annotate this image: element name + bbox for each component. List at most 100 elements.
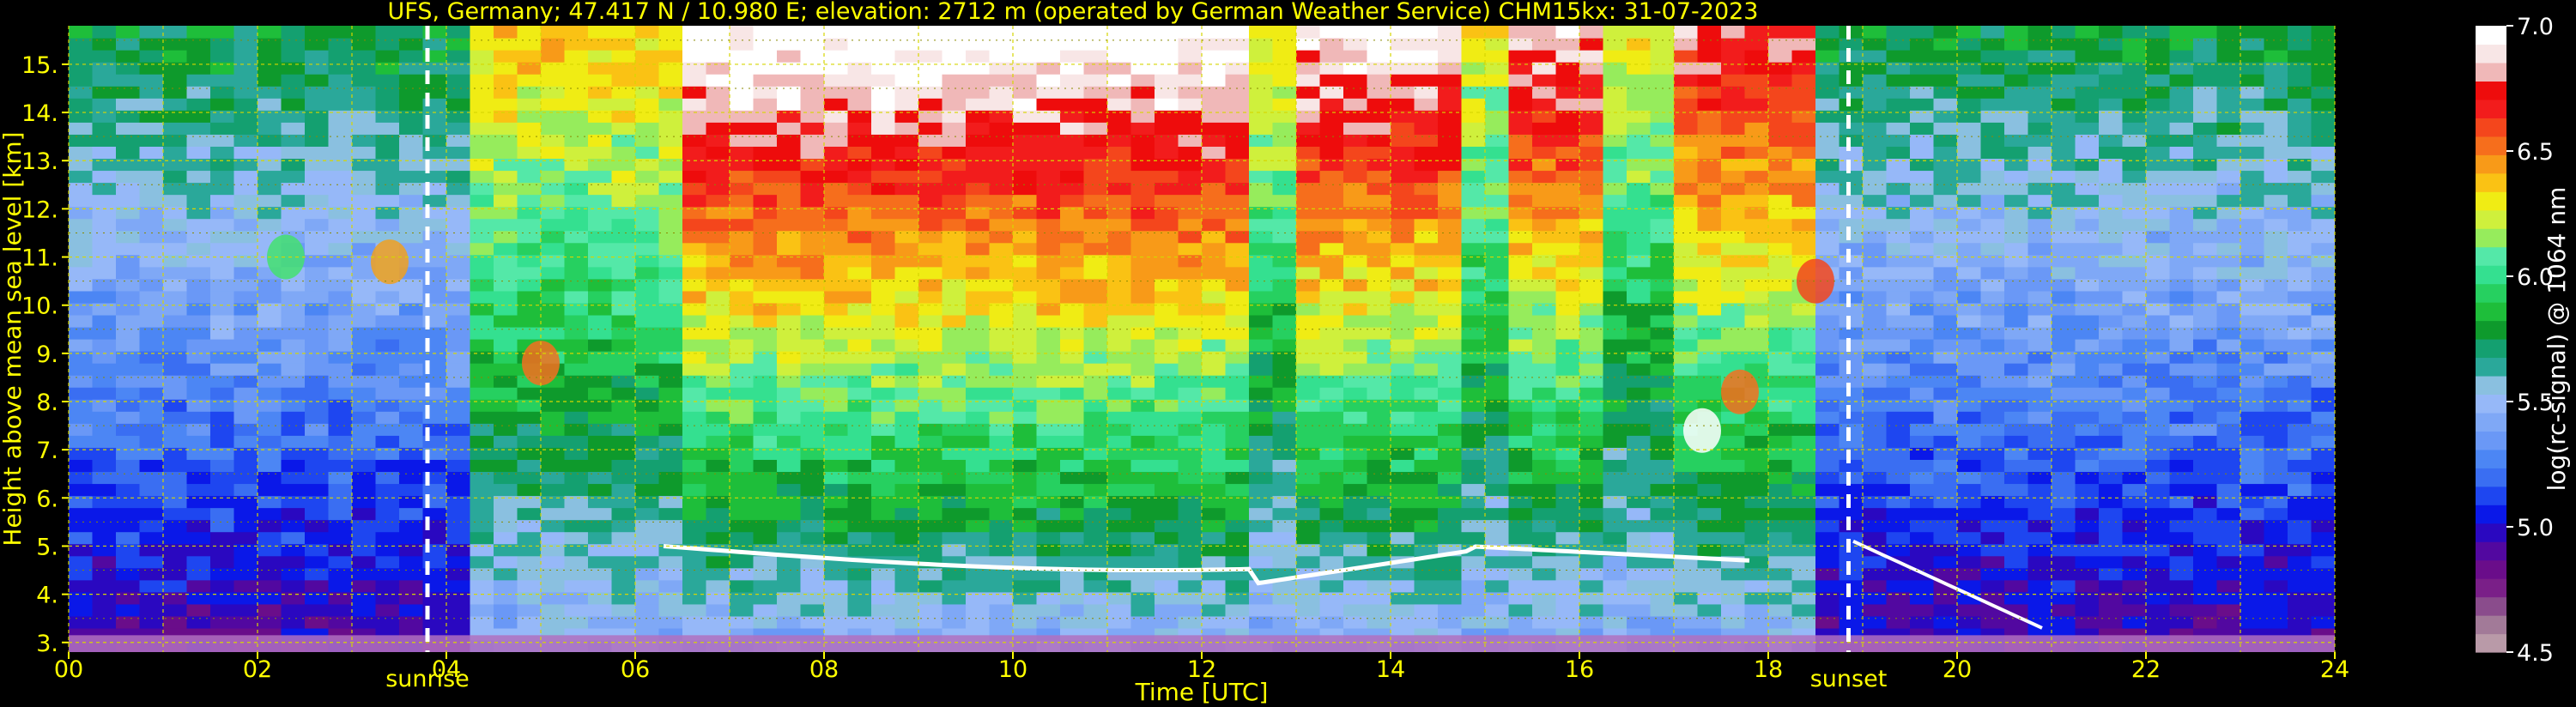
- heatmap-cell: [1674, 122, 1699, 135]
- heatmap-cell: [541, 146, 566, 160]
- heatmap-cell: [966, 314, 991, 328]
- heatmap-cell: [2122, 98, 2147, 111]
- heatmap-cell: [2146, 615, 2171, 629]
- heatmap-cell: [1815, 471, 1840, 485]
- heatmap-cell: [1532, 242, 1557, 256]
- heatmap-cell: [2288, 218, 2312, 232]
- heatmap-cell: [2146, 363, 2171, 376]
- heatmap-cell: [588, 170, 613, 184]
- heatmap-cell: [1485, 218, 1510, 232]
- heatmap-cell: [1461, 555, 1486, 569]
- heatmap-cell: [824, 74, 849, 87]
- heatmap-cell: [1343, 483, 1368, 497]
- heatmap-cell: [1060, 74, 1085, 87]
- heatmap-cell: [139, 302, 164, 316]
- heatmap-cell: [824, 507, 849, 521]
- heatmap-cell: [1674, 182, 1699, 196]
- heatmap-cell: [706, 230, 730, 244]
- heatmap-cell: [1107, 603, 1132, 617]
- heatmap-cell: [1013, 363, 1038, 376]
- heatmap-cell: [1083, 543, 1108, 557]
- heatmap-cell: [2216, 447, 2241, 460]
- heatmap-cell: [2122, 567, 2147, 581]
- heatmap-cell: [1579, 230, 1604, 244]
- heatmap-cell: [92, 290, 117, 304]
- heatmap-cell: [517, 555, 542, 569]
- heatmap-cell: [1863, 290, 1888, 304]
- heatmap-cell: [470, 603, 494, 617]
- heatmap-cell: [92, 351, 117, 364]
- heatmap-cell: [1178, 423, 1203, 436]
- heatmap-cell: [611, 254, 636, 268]
- heatmap-cell: [730, 314, 755, 328]
- heatmap-cell: [1697, 170, 1722, 184]
- heatmap-cell: [871, 290, 896, 304]
- heatmap-cell: [2027, 254, 2052, 268]
- heatmap-cell: [517, 591, 542, 605]
- heatmap-cell: [2240, 555, 2265, 569]
- heatmap-cell: [1933, 375, 1958, 388]
- heatmap-cell: [1296, 254, 1321, 268]
- heatmap-cell: [92, 278, 117, 292]
- heatmap-cell: [1296, 218, 1321, 232]
- heatmap-cell: [116, 266, 141, 280]
- heatmap-cell: [1980, 326, 2005, 340]
- heatmap-cell: [470, 423, 494, 436]
- heatmap-cell: [611, 110, 636, 123]
- heatmap-cell: [1910, 290, 1935, 304]
- heatmap-cell: [2240, 182, 2265, 196]
- heatmap-cell: [1461, 411, 1486, 424]
- heatmap-cell: [446, 218, 471, 232]
- heatmap-cell: [258, 182, 282, 196]
- heatmap-cell: [564, 483, 589, 497]
- heatmap-cell: [1933, 507, 1958, 521]
- heatmap-cell: [1957, 411, 1982, 424]
- heatmap-cell: [352, 507, 377, 521]
- heatmap-cell: [1886, 471, 1911, 485]
- heatmap-cell: [1886, 591, 1911, 605]
- heatmap-cell: [258, 615, 282, 629]
- heatmap-cell: [2216, 423, 2241, 436]
- heatmap-cell: [2004, 459, 2029, 473]
- heatmap-cell: [1438, 38, 1463, 51]
- heatmap-cell: [494, 351, 518, 364]
- heatmap-cell: [1508, 122, 1533, 135]
- heatmap-cell: [1225, 423, 1250, 436]
- heatmap-cell: [1674, 471, 1699, 485]
- heatmap-cell: [1083, 194, 1108, 208]
- heatmap-cell: [1791, 399, 1816, 412]
- heatmap-cell: [1815, 314, 1840, 328]
- heatmap-cell: [1627, 603, 1652, 617]
- heatmap-cell: [2216, 242, 2241, 256]
- heatmap-cell: [564, 339, 589, 352]
- heatmap-cell: [1603, 98, 1627, 111]
- heatmap-cell: [2193, 302, 2218, 316]
- heatmap-cell: [2193, 423, 2218, 436]
- heatmap-cell: [2311, 170, 2335, 184]
- heatmap-cell: [847, 543, 872, 557]
- heatmap-cell: [1791, 326, 1816, 340]
- heatmap-cell: [918, 134, 943, 147]
- heatmap-cell: [1367, 423, 1391, 436]
- heatmap-cell: [2193, 375, 2218, 388]
- heatmap-cell: [1060, 339, 1085, 352]
- heatmap-cell: [1083, 519, 1108, 533]
- heatmap-cell: [1933, 74, 1958, 87]
- heatmap-cell: [1933, 50, 1958, 63]
- heatmap-cell: [1627, 495, 1652, 509]
- heatmap-cell: [328, 459, 353, 473]
- heatmap-cell: [942, 38, 967, 51]
- heatmap-cell: [281, 86, 306, 99]
- heatmap-cell: [2075, 483, 2100, 497]
- heatmap-cell: [258, 146, 282, 160]
- heatmap-cell: [2288, 326, 2312, 340]
- heatmap-cell: [1579, 182, 1604, 196]
- heatmap-cell: [2052, 266, 2076, 280]
- heatmap-cell: [2146, 423, 2171, 436]
- heatmap-cell: [1202, 314, 1227, 328]
- heatmap-cell: [1791, 471, 1816, 485]
- heatmap-cell: [753, 483, 778, 497]
- heatmap-cell: [116, 483, 141, 497]
- heatmap-cell: [1603, 194, 1627, 208]
- heatmap-cell: [1013, 266, 1038, 280]
